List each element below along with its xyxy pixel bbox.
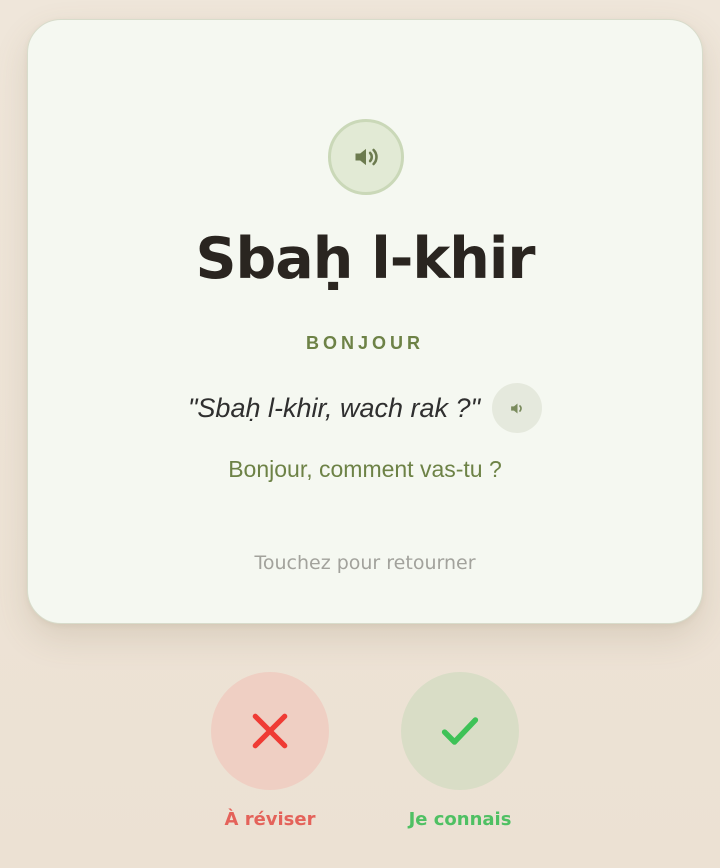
review-action: À réviser (211, 672, 329, 830)
example-row: "Sbaḥ l-khir, wach rak ?" (28, 382, 702, 434)
know-label: Je connais (408, 809, 512, 830)
example-sentence: "Sbaḥ l-khir, wach rak ?" (187, 392, 481, 423)
know-action: Je connais (401, 672, 519, 830)
flashcard-word: Sbaḥ l-khir (195, 226, 535, 292)
know-button[interactable] (401, 672, 519, 790)
check-icon (441, 717, 479, 745)
close-icon (252, 713, 288, 749)
review-button[interactable] (211, 672, 329, 790)
play-example-audio-button[interactable] (492, 383, 543, 433)
flip-hint: Touchez pour retourner (254, 552, 476, 574)
flashcard[interactable]: Sbaḥ l-khir BONJOUR "Sbaḥ l-khir, wach r… (27, 19, 703, 624)
review-label: À réviser (224, 809, 316, 830)
flashcard-translation: BONJOUR (305, 333, 424, 353)
play-audio-button[interactable] (328, 119, 404, 195)
example-translation: Bonjour, comment vas-tu ? (228, 456, 502, 482)
speaker-icon (510, 403, 522, 413)
speaker-icon (355, 148, 378, 166)
